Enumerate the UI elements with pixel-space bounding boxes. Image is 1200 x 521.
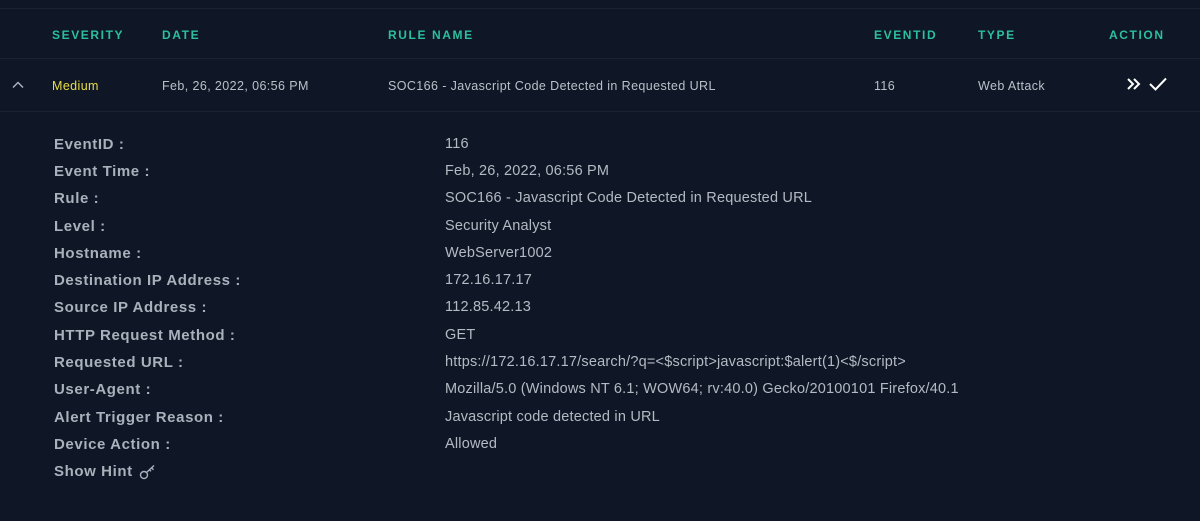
detail-label: User-Agent : [54, 381, 152, 398]
detail-label: Level : [54, 218, 106, 235]
detail-value: Mozilla/5.0 (Windows NT 6.1; WOW64; rv:4… [445, 381, 959, 397]
header-action: ACTION [1109, 28, 1165, 42]
severity-badge: Medium [52, 79, 99, 93]
detail-value: 172.16.17.17 [445, 272, 533, 288]
show-hint-button[interactable]: Show Hint [54, 463, 157, 480]
detail-value: WebServer1002 [445, 245, 553, 261]
detail-label: Device Action : [54, 436, 171, 453]
header-divider [0, 58, 1200, 59]
alert-event-id: 116 [874, 79, 896, 93]
detail-value: 112.85.42.13 [445, 299, 531, 315]
detail-label: Hostname : [54, 245, 142, 262]
detail-label: Source IP Address : [54, 299, 208, 316]
detail-label: EventID : [54, 136, 125, 153]
header-type[interactable]: TYPE [978, 28, 1016, 42]
double-chevron-right-icon[interactable] [1126, 74, 1142, 94]
alert-type: Web Attack [978, 79, 1045, 93]
detail-label: Requested URL : [54, 354, 184, 371]
checkmark-icon[interactable] [1148, 74, 1168, 94]
detail-label: Alert Trigger Reason : [54, 409, 224, 426]
detail-label: Event Time : [54, 163, 151, 180]
top-divider [0, 8, 1200, 9]
key-icon [139, 464, 155, 479]
detail-value: Javascript code detected in URL [445, 409, 660, 425]
alert-date: Feb, 26, 2022, 06:56 PM [162, 79, 309, 93]
detail-value: Feb, 26, 2022, 06:56 PM [445, 163, 610, 179]
header-date[interactable]: DATE [162, 28, 200, 42]
detail-label: Destination IP Address : [54, 272, 241, 289]
header-eventid[interactable]: EVENTID [874, 28, 937, 42]
detail-value: Security Analyst [445, 218, 552, 234]
header-severity[interactable]: SEVERITY [52, 28, 124, 42]
detail-value: https://172.16.17.17/search/?q=<$script>… [445, 354, 906, 370]
show-hint-label: Show Hint [54, 463, 133, 480]
detail-label: HTTP Request Method : [54, 327, 236, 344]
detail-value: SOC166 - Javascript Code Detected in Req… [445, 190, 813, 206]
header-rule-name[interactable]: RULE NAME [388, 28, 474, 42]
detail-value: 116 [445, 136, 469, 152]
alert-rule-name: SOC166 - Javascript Code Detected in Req… [388, 79, 716, 93]
detail-label: Rule : [54, 190, 100, 207]
detail-value: GET [445, 327, 476, 343]
row-divider [0, 111, 1200, 112]
detail-value: Allowed [445, 436, 498, 452]
chevron-up-icon[interactable] [11, 78, 25, 92]
